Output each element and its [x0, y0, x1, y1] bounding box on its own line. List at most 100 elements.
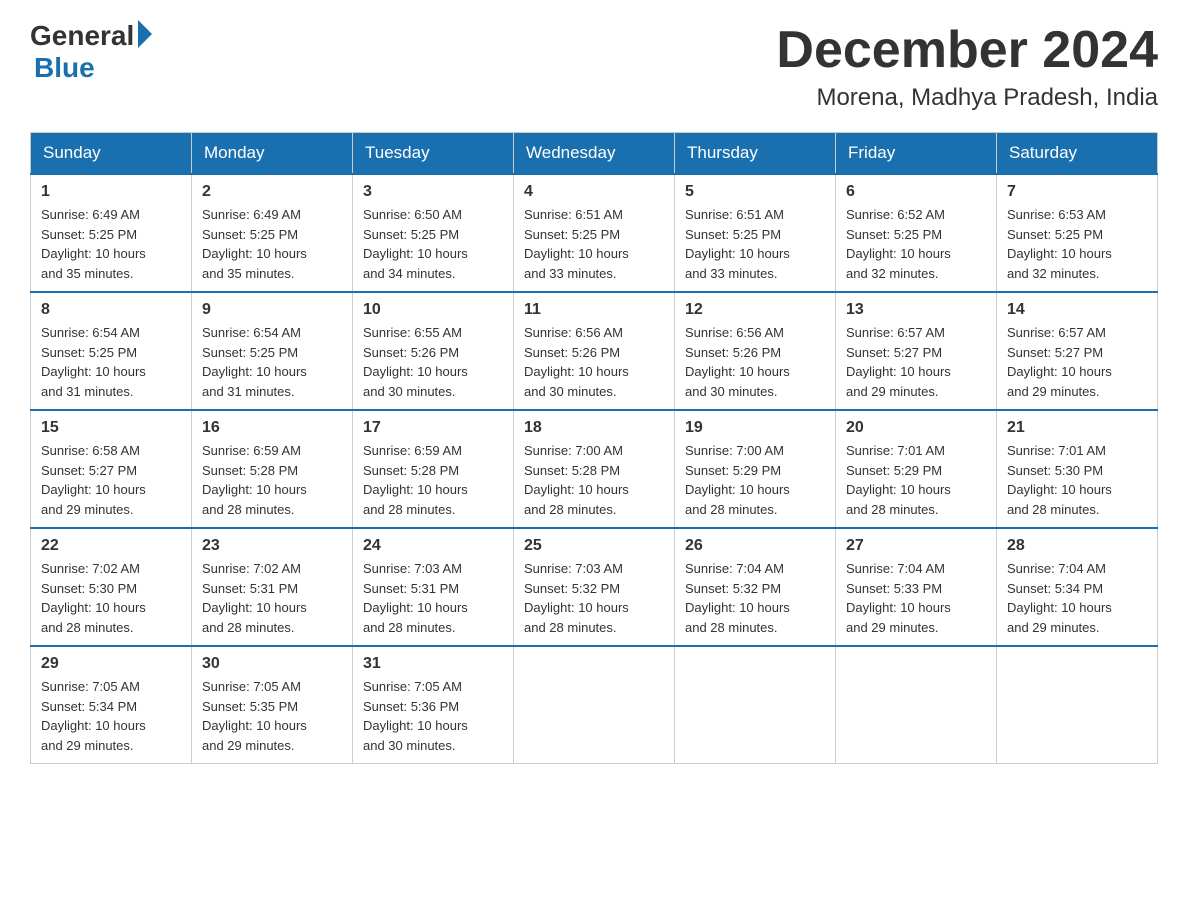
calendar-day-cell: 16 Sunrise: 6:59 AMSunset: 5:28 PMDayligh… — [192, 410, 353, 528]
day-number: 14 — [1007, 301, 1147, 319]
day-number: 29 — [41, 655, 181, 673]
location-subtitle: Morena, Madhya Pradesh, India — [776, 84, 1158, 112]
calendar-day-cell: 7 Sunrise: 6:53 AMSunset: 5:25 PMDaylight… — [997, 174, 1158, 292]
day-number: 17 — [363, 419, 503, 437]
day-number: 8 — [41, 301, 181, 319]
calendar-day-cell: 10 Sunrise: 6:55 AMSunset: 5:26 PMDayligh… — [353, 292, 514, 410]
calendar-day-cell: 30Sunrise: 7:05 AMSunset: 5:35 PMDayligh… — [192, 646, 353, 764]
day-info: Sunrise: 7:02 AMSunset: 5:30 PMDaylight:… — [41, 559, 181, 637]
day-number: 2 — [202, 183, 342, 201]
calendar-day-cell: 4Sunrise: 6:51 AMSunset: 5:25 PMDaylight… — [514, 174, 675, 292]
calendar-week-row: 1Sunrise: 6:49 AMSunset: 5:25 PMDaylight… — [31, 174, 1158, 292]
calendar-day-cell — [836, 646, 997, 764]
day-info: Sunrise: 6:54 AMSunset: 5:25 PMDaylight:… — [202, 323, 342, 401]
title-area: December 2024 Morena, Madhya Pradesh, In… — [776, 20, 1158, 112]
day-info: Sunrise: 7:00 AMSunset: 5:28 PMDaylight:… — [524, 441, 664, 519]
calendar-day-cell: 2 Sunrise: 6:49 AMSunset: 5:25 PMDaylight… — [192, 174, 353, 292]
calendar-day-cell: 15 Sunrise: 6:58 AMSunset: 5:27 PMDayligh… — [31, 410, 192, 528]
calendar-day-cell: 24 Sunrise: 7:03 AMSunset: 5:31 PMDayligh… — [353, 528, 514, 646]
logo: General Blue — [30, 20, 152, 84]
calendar-day-cell — [675, 646, 836, 764]
day-number: 15 — [41, 419, 181, 437]
day-of-week-header: Friday — [836, 133, 997, 175]
day-of-week-header: Wednesday — [514, 133, 675, 175]
calendar-day-cell: 21 Sunrise: 7:01 AMSunset: 5:30 PMDayligh… — [997, 410, 1158, 528]
month-year-title: December 2024 — [776, 20, 1158, 80]
day-number: 28 — [1007, 537, 1147, 555]
day-of-week-header: Monday — [192, 133, 353, 175]
day-number: 30 — [202, 655, 342, 673]
calendar-day-cell: 27 Sunrise: 7:04 AMSunset: 5:33 PMDayligh… — [836, 528, 997, 646]
day-number: 19 — [685, 419, 825, 437]
calendar-day-cell: 22 Sunrise: 7:02 AMSunset: 5:30 PMDayligh… — [31, 528, 192, 646]
calendar-day-cell: 18 Sunrise: 7:00 AMSunset: 5:28 PMDayligh… — [514, 410, 675, 528]
logo-blue-text: Blue — [34, 52, 95, 84]
day-info: Sunrise: 6:53 AMSunset: 5:25 PMDaylight:… — [1007, 205, 1147, 283]
calendar-week-row: 29 Sunrise: 7:05 AMSunset: 5:34 PMDayligh… — [31, 646, 1158, 764]
logo-general-text: General — [30, 20, 134, 52]
day-number: 22 — [41, 537, 181, 555]
calendar-day-cell: 25 Sunrise: 7:03 AMSunset: 5:32 PMDayligh… — [514, 528, 675, 646]
day-of-week-header: Sunday — [31, 133, 192, 175]
day-info: Sunrise: 6:51 AMSunset: 5:25 PMDaylight:… — [685, 205, 825, 283]
day-number: 9 — [202, 301, 342, 319]
day-info: Sunrise: 7:01 AMSunset: 5:30 PMDaylight:… — [1007, 441, 1147, 519]
day-number: 20 — [846, 419, 986, 437]
day-info: Sunrise: 6:55 AMSunset: 5:26 PMDaylight:… — [363, 323, 503, 401]
day-number: 18 — [524, 419, 664, 437]
day-info: Sunrise: 6:59 AMSunset: 5:28 PMDaylight:… — [202, 441, 342, 519]
day-info: Sunrise: 7:04 AMSunset: 5:33 PMDaylight:… — [846, 559, 986, 637]
day-of-week-header: Tuesday — [353, 133, 514, 175]
day-number: 7 — [1007, 183, 1147, 201]
calendar-week-row: 22 Sunrise: 7:02 AMSunset: 5:30 PMDayligh… — [31, 528, 1158, 646]
day-info: Sunrise: 7:04 AMSunset: 5:34 PMDaylight:… — [1007, 559, 1147, 637]
calendar-day-cell: 1Sunrise: 6:49 AMSunset: 5:25 PMDaylight… — [31, 174, 192, 292]
day-info: Sunrise: 6:52 AMSunset: 5:25 PMDaylight:… — [846, 205, 986, 283]
day-number: 25 — [524, 537, 664, 555]
day-number: 6 — [846, 183, 986, 201]
day-number: 3 — [363, 183, 503, 201]
day-number: 21 — [1007, 419, 1147, 437]
day-number: 26 — [685, 537, 825, 555]
calendar-day-cell: 9 Sunrise: 6:54 AMSunset: 5:25 PMDaylight… — [192, 292, 353, 410]
day-number: 23 — [202, 537, 342, 555]
day-number: 11 — [524, 301, 664, 319]
day-number: 27 — [846, 537, 986, 555]
day-info: Sunrise: 7:05 AMSunset: 5:36 PMDaylight:… — [363, 677, 503, 755]
calendar-day-cell: 26Sunrise: 7:04 AMSunset: 5:32 PMDayligh… — [675, 528, 836, 646]
day-info: Sunrise: 7:00 AMSunset: 5:29 PMDaylight:… — [685, 441, 825, 519]
day-of-week-header: Thursday — [675, 133, 836, 175]
calendar-day-cell — [997, 646, 1158, 764]
day-number: 12 — [685, 301, 825, 319]
logo-triangle-icon — [138, 20, 152, 48]
calendar-day-cell: 23 Sunrise: 7:02 AMSunset: 5:31 PMDayligh… — [192, 528, 353, 646]
calendar-week-row: 15 Sunrise: 6:58 AMSunset: 5:27 PMDayligh… — [31, 410, 1158, 528]
day-info: Sunrise: 6:58 AMSunset: 5:27 PMDaylight:… — [41, 441, 181, 519]
day-info: Sunrise: 6:49 AMSunset: 5:25 PMDaylight:… — [202, 205, 342, 283]
calendar-day-cell — [514, 646, 675, 764]
day-number: 13 — [846, 301, 986, 319]
day-info: Sunrise: 6:49 AMSunset: 5:25 PMDaylight:… — [41, 205, 181, 283]
day-info: Sunrise: 7:03 AMSunset: 5:32 PMDaylight:… — [524, 559, 664, 637]
calendar-day-cell: 13Sunrise: 6:57 AMSunset: 5:27 PMDayligh… — [836, 292, 997, 410]
calendar-day-cell: 6 Sunrise: 6:52 AMSunset: 5:25 PMDaylight… — [836, 174, 997, 292]
day-number: 4 — [524, 183, 664, 201]
calendar-day-cell: 31 Sunrise: 7:05 AMSunset: 5:36 PMDayligh… — [353, 646, 514, 764]
day-info: Sunrise: 6:54 AMSunset: 5:25 PMDaylight:… — [41, 323, 181, 401]
day-number: 31 — [363, 655, 503, 673]
calendar-table: SundayMondayTuesdayWednesdayThursdayFrid… — [30, 132, 1158, 764]
day-number: 10 — [363, 301, 503, 319]
calendar-day-cell: 20Sunrise: 7:01 AMSunset: 5:29 PMDayligh… — [836, 410, 997, 528]
day-info: Sunrise: 7:02 AMSunset: 5:31 PMDaylight:… — [202, 559, 342, 637]
calendar-day-cell: 19 Sunrise: 7:00 AMSunset: 5:29 PMDayligh… — [675, 410, 836, 528]
day-info: Sunrise: 6:56 AMSunset: 5:26 PMDaylight:… — [524, 323, 664, 401]
day-info: Sunrise: 7:03 AMSunset: 5:31 PMDaylight:… — [363, 559, 503, 637]
calendar-day-cell: 8 Sunrise: 6:54 AMSunset: 5:25 PMDaylight… — [31, 292, 192, 410]
calendar-week-row: 8 Sunrise: 6:54 AMSunset: 5:25 PMDaylight… — [31, 292, 1158, 410]
calendar-day-cell: 3Sunrise: 6:50 AMSunset: 5:25 PMDaylight… — [353, 174, 514, 292]
calendar-day-cell: 5Sunrise: 6:51 AMSunset: 5:25 PMDaylight… — [675, 174, 836, 292]
day-number: 24 — [363, 537, 503, 555]
day-number: 16 — [202, 419, 342, 437]
day-info: Sunrise: 6:57 AMSunset: 5:27 PMDaylight:… — [1007, 323, 1147, 401]
day-info: Sunrise: 7:05 AMSunset: 5:34 PMDaylight:… — [41, 677, 181, 755]
